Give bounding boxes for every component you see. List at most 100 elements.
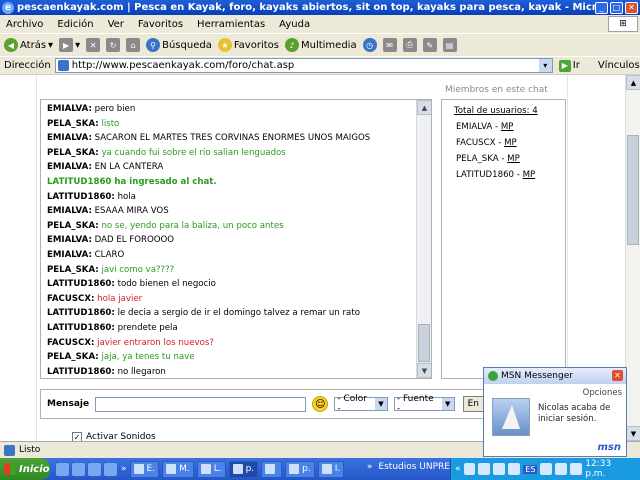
chat-message: EMIALVA: CLARO [47, 248, 415, 263]
messenger-tray-icon[interactable] [493, 463, 506, 475]
stop-icon[interactable]: ✕ [86, 38, 101, 52]
forward-dropdown-icon[interactable]: ▾ [75, 40, 80, 51]
menu-bar: Archivo Edición Ver Favoritos Herramient… [0, 15, 640, 33]
chat-nick: EMIALVA: [47, 162, 92, 173]
tray-toolbar-label[interactable]: Estudios UNPRE [378, 462, 450, 472]
tray-toolbar: » Estudios UNPRE [367, 462, 450, 472]
chat-nick: EMIALVA: [47, 133, 92, 144]
menu-archivo[interactable]: Archivo [6, 19, 43, 30]
member-name: PELA_SKA [456, 154, 499, 164]
address-dropdown-icon[interactable]: ▾ [538, 59, 552, 72]
task-button[interactable]: I. [317, 460, 345, 478]
media-quicklaunch-icon[interactable] [88, 462, 101, 476]
chevron-right-icon[interactable]: » [121, 464, 127, 474]
speaker-icon[interactable] [570, 463, 583, 475]
language-indicator[interactable]: ES [523, 464, 538, 474]
chat-text: SACARON EL MARTES TRES CORVINAS ENORMES … [94, 133, 371, 144]
scroll-up-icon[interactable]: ▲ [417, 100, 431, 115]
menu-favoritos[interactable]: Favoritos [138, 19, 183, 30]
status-text: Listo [19, 445, 41, 455]
start-button[interactable]: Inicio [0, 458, 50, 480]
task-button[interactable]: M. [162, 460, 194, 478]
private-message-link[interactable]: MP [504, 138, 517, 148]
start-label: Inicio [19, 463, 50, 475]
page-scrollbar[interactable]: ▲ ▼ [625, 75, 640, 441]
desktop-quicklaunch-icon[interactable] [72, 462, 85, 476]
chat-message: FACUSCX: hola javier [47, 292, 415, 307]
chat-nick: EMIALVA: [47, 249, 92, 260]
menu-edicion[interactable]: Edición [57, 19, 93, 30]
close-icon[interactable]: ✕ [612, 370, 623, 381]
task-button[interactable]: E. [129, 460, 160, 478]
home-icon[interactable]: ⌂ [126, 38, 141, 52]
msn-options-link[interactable]: Opciones [583, 388, 622, 398]
chat-message: LATITUD1860 ha ingresado al chat. [47, 175, 415, 190]
private-message-link[interactable]: MP [507, 154, 520, 164]
chat-scrollbar[interactable]: ▲ ▼ [416, 100, 431, 378]
print-icon[interactable]: ⎙ [402, 38, 417, 52]
display-icon[interactable] [508, 463, 521, 475]
maximize-button[interactable]: □ [610, 1, 623, 14]
menu-ayuda[interactable]: Ayuda [279, 19, 310, 30]
page-scroll-thumb[interactable] [627, 135, 639, 245]
msn-notification[interactable]: MSN Messenger ✕ Opciones Nicolas acaba d… [483, 367, 627, 457]
task-button[interactable] [261, 460, 283, 478]
address-input[interactable]: http://www.pescaenkayak.com/foro/chat.as… [54, 58, 553, 73]
private-message-link[interactable]: MP [523, 170, 536, 180]
color-select[interactable]: - Color - ▼ [334, 394, 388, 414]
sound-toggle[interactable]: ✓ Activar Sonidos [72, 432, 156, 441]
scroll-up-icon[interactable]: ▲ [626, 75, 640, 90]
scroll-down-icon[interactable]: ▼ [626, 426, 640, 441]
chat-text: listo [101, 118, 120, 129]
menu-herramientas[interactable]: Herramientas [197, 19, 265, 30]
search-button[interactable]: ⚲ Búsqueda [146, 38, 212, 52]
ie-quicklaunch-icon[interactable] [56, 462, 69, 476]
msn-buddy-icon [488, 371, 498, 381]
font-select[interactable]: - Fuente - ▼ [393, 394, 455, 414]
mail-icon[interactable]: ✉ [382, 38, 397, 52]
message-input[interactable] [95, 396, 307, 412]
app-icon [265, 464, 276, 474]
chat-scroll-thumb[interactable] [418, 324, 430, 362]
forward-button[interactable]: ▶ ▾ [59, 38, 80, 52]
task-button[interactable]: L. [196, 460, 226, 478]
antivirus-icon[interactable] [540, 463, 553, 475]
network-icon[interactable] [478, 463, 491, 475]
chat-message: PELA_SKA: ya cuando fui sobre el rio sal… [47, 146, 415, 161]
back-dropdown-icon[interactable]: ▾ [48, 40, 53, 51]
chat-messages[interactable]: EMIALVA: pero bien PELA_SKA: listo EMIALVA… [40, 99, 432, 379]
private-message-link[interactable]: MP [501, 122, 514, 132]
send-button[interactable]: En [462, 396, 484, 412]
chat-nick: FACUSCX: [47, 337, 95, 348]
task-label: E. [146, 464, 156, 474]
chat-nick: EMIALVA: [47, 206, 92, 217]
chat-nick: LATITUD1860: [47, 366, 115, 377]
smiley-icon[interactable]: ☺ [312, 396, 329, 412]
chevron-down-icon: ▼ [374, 398, 387, 410]
links-button[interactable]: Vínculos [598, 60, 640, 71]
checkbox-icon[interactable]: ✓ [72, 432, 82, 441]
msn-message[interactable]: Nicolas acaba de iniciar sesión. [538, 403, 622, 425]
chevron-left-icon[interactable]: « [455, 464, 461, 474]
history-icon[interactable]: ◷ [362, 38, 377, 52]
menu-ver[interactable]: Ver [108, 19, 124, 30]
buddy-icon[interactable] [555, 463, 568, 475]
refresh-icon[interactable]: ↻ [106, 38, 121, 52]
messenger-quicklaunch-icon[interactable] [104, 462, 117, 476]
back-button[interactable]: ◀ Atrás ▾ [4, 38, 53, 52]
chevron-right-icon[interactable]: » [367, 462, 373, 472]
edit-icon[interactable]: ✎ [422, 38, 437, 52]
favorites-button[interactable]: ★ Favoritos [217, 38, 279, 52]
members-panel: Total de usuarios: 4 EMIALVA - MP FACUSC… [441, 99, 566, 379]
discuss-icon[interactable]: ▤ [442, 38, 457, 52]
go-button[interactable]: ▶ Ir [558, 59, 580, 72]
task-button[interactable]: p. [228, 460, 259, 478]
minimize-button[interactable]: _ [595, 1, 608, 14]
task-button[interactable]: p. [285, 460, 315, 478]
favorites-label: Favoritos [233, 39, 279, 51]
task-label: p. [245, 464, 255, 474]
multimedia-button[interactable]: ♪ Multimedia [284, 38, 357, 52]
volume-icon[interactable] [463, 463, 476, 475]
close-button[interactable]: ✕ [625, 1, 638, 14]
scroll-down-icon[interactable]: ▼ [417, 363, 431, 378]
